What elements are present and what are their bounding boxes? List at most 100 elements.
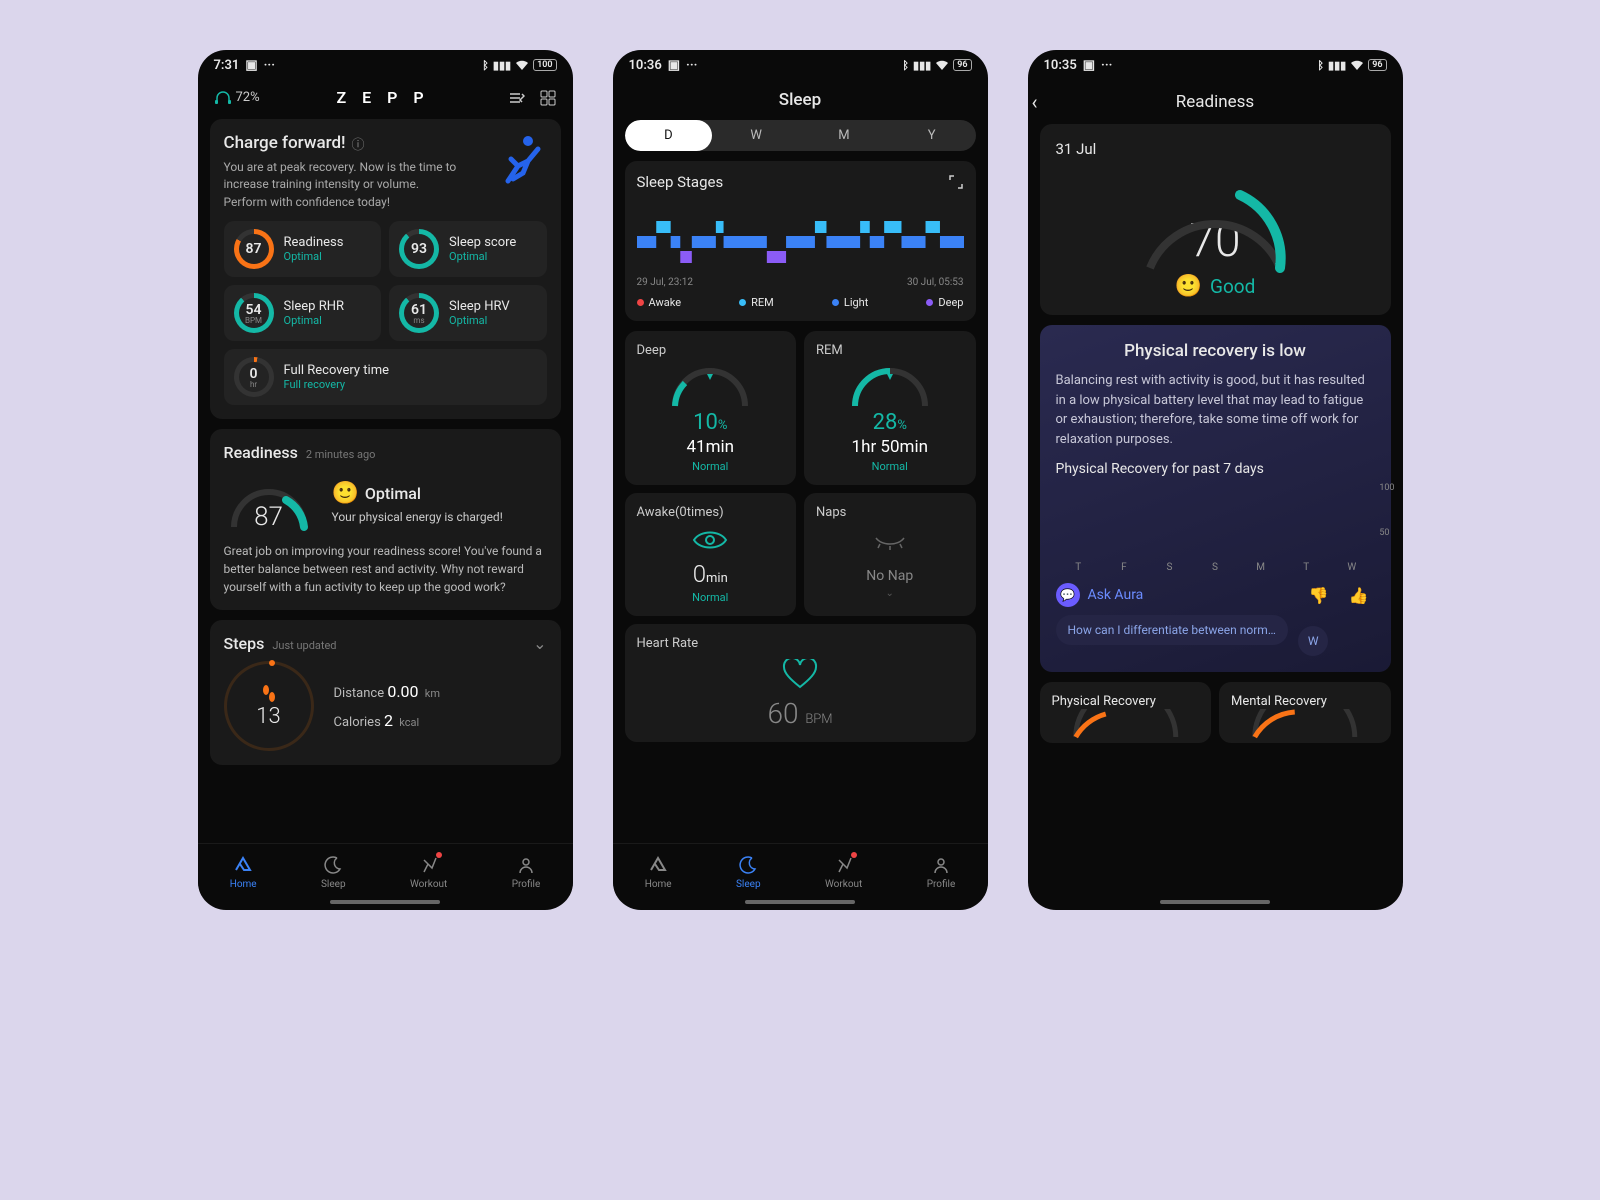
runner-icon — [493, 131, 549, 187]
ask-aura-button[interactable]: Ask Aura — [1088, 587, 1295, 603]
closed-eye-icon — [816, 532, 964, 552]
mental-recovery-tile[interactable]: Mental Recovery — [1219, 682, 1391, 743]
charge-forward-card[interactable]: Charge forward! ⓘ You are at peak recove… — [210, 119, 561, 419]
physical-recovery-tile[interactable]: Physical Recovery — [1040, 682, 1212, 743]
profile-icon — [930, 854, 952, 876]
nav-workout[interactable]: Workout — [410, 854, 447, 890]
home-icon — [232, 854, 254, 876]
status-bar: 10:35 ▣ ··· ᛒ ▮▮▮ 96 — [1028, 50, 1403, 80]
suggestion-pill[interactable]: How can I differentiate between norm… — [1056, 615, 1288, 645]
footsteps-icon — [259, 684, 279, 704]
segment-month[interactable]: M — [800, 120, 888, 151]
smile-icon: 🙂 — [332, 481, 359, 506]
signal-icon: ▮▮▮ — [913, 59, 931, 72]
signal-icon: ▮▮▮ — [493, 59, 511, 72]
readiness-card[interactable]: Readiness 2 minutes ago 87 🙂 Optimal — [210, 429, 561, 610]
segment-year[interactable]: Y — [888, 120, 976, 151]
chevron-down-icon[interactable]: ⌄ — [533, 634, 546, 653]
sort-icon[interactable] — [507, 89, 525, 107]
status-time: 7:31 — [214, 58, 240, 73]
awake-tile[interactable]: Awake(0times) 0min Normal — [625, 493, 797, 616]
workout-icon — [833, 854, 855, 876]
bottom-nav: Home Sleep Workout Profile — [198, 843, 573, 896]
status-more-icon: ··· — [1101, 58, 1112, 73]
expand-icon[interactable] — [948, 174, 964, 190]
status-bar: 7:31 ▣ ··· ᛒ ▮▮▮ 100 — [198, 50, 573, 80]
bluetooth-icon: ᛒ — [902, 59, 909, 72]
wifi-icon — [515, 60, 529, 71]
metric-sleep-hrv[interactable]: 61ms Sleep HRV Optimal — [389, 285, 547, 341]
thumbs-down-button[interactable]: 👎 — [1303, 586, 1335, 605]
status-time: 10:35 — [1044, 58, 1077, 73]
status-more-icon: ··· — [686, 58, 697, 73]
home-icon — [647, 854, 669, 876]
recovery-bar-chart: 10050 T F S S M T W — [1056, 483, 1375, 573]
signal-icon: ▮▮▮ — [1328, 59, 1346, 72]
rem-sleep-tile[interactable]: REM 28% 1hr 50min Normal — [804, 331, 976, 485]
status-bar: 10:36 ▣ ··· ᛒ ▮▮▮ 96 — [613, 50, 988, 80]
steps-card[interactable]: Steps Just updated ⌄ 13 Distance 0.00 km — [210, 620, 561, 765]
nav-home[interactable]: Home — [230, 854, 257, 890]
device-battery[interactable]: 72% — [214, 90, 260, 105]
screen-title: Readiness — [1176, 92, 1254, 112]
back-button[interactable]: ‹ — [1032, 90, 1038, 114]
segment-week[interactable]: W — [712, 120, 800, 151]
phone-screen-readiness: 10:35 ▣ ··· ᛒ ▮▮▮ 96 ‹ Readiness 31 Jul … — [1028, 50, 1403, 910]
naps-tile[interactable]: Naps No Nap ⌄ — [804, 493, 976, 616]
status-app-icon: ▣ — [245, 58, 257, 73]
readiness-gauge: 87 — [224, 472, 314, 532]
segment-day[interactable]: D — [625, 120, 713, 151]
eye-icon — [637, 528, 785, 552]
charge-title: Charge forward! — [224, 133, 346, 153]
battery-icon: 96 — [1368, 59, 1386, 71]
home-indicator[interactable] — [330, 900, 440, 904]
phone-screen-sleep: 10:36 ▣ ··· ᛒ ▮▮▮ 96 Sleep D W M Y Sleep… — [613, 50, 988, 910]
nav-home[interactable]: Home — [645, 854, 672, 890]
suggestion-pill-2[interactable]: W — [1298, 626, 1329, 656]
metric-readiness[interactable]: 87 Readiness Optimal — [224, 221, 382, 277]
nav-sleep[interactable]: Sleep — [736, 854, 761, 890]
nav-sleep[interactable]: Sleep — [321, 854, 346, 890]
moon-icon — [737, 854, 759, 876]
device-battery-pct: 72% — [236, 90, 260, 105]
status-more-icon: ··· — [264, 58, 275, 73]
status-time: 10:36 — [629, 58, 662, 73]
app-header: 72% Z E P P — [210, 80, 561, 119]
aura-icon: 💬 — [1056, 583, 1080, 607]
wifi-icon — [935, 60, 949, 71]
status-app-icon: ▣ — [668, 58, 680, 73]
period-segmented: D W M Y — [625, 120, 976, 151]
wifi-icon — [1350, 60, 1364, 71]
nav-profile[interactable]: Profile — [512, 854, 541, 890]
sleep-stages-card[interactable]: Sleep Stages — [625, 161, 976, 321]
metric-sleep-score[interactable]: 93 Sleep score Optimal — [389, 221, 547, 277]
battery-icon: 100 — [533, 59, 556, 71]
physical-recovery-card: Physical recovery is low Balancing rest … — [1040, 325, 1391, 672]
headphones-icon — [214, 91, 232, 105]
screen-title: Sleep — [613, 80, 988, 120]
grid-icon[interactable] — [539, 89, 557, 107]
profile-icon — [515, 854, 537, 876]
readiness-gauge-card[interactable]: 31 Jul 70 🙂 Good — [1040, 124, 1391, 315]
bluetooth-icon: ᛒ — [1317, 59, 1324, 72]
workout-icon — [418, 854, 440, 876]
nav-workout[interactable]: Workout — [825, 854, 862, 890]
screen-header: ‹ Readiness — [1028, 80, 1403, 124]
status-app-icon: ▣ — [1083, 58, 1095, 73]
moon-icon — [322, 854, 344, 876]
thumbs-up-button[interactable]: 👍 — [1343, 586, 1375, 605]
steps-ring: 13 — [224, 661, 314, 751]
home-indicator[interactable] — [745, 900, 855, 904]
nav-profile[interactable]: Profile — [927, 854, 956, 890]
bottom-nav: Home Sleep Workout Profile — [613, 843, 988, 896]
bluetooth-icon: ᛒ — [482, 59, 489, 72]
info-icon[interactable]: ⓘ — [352, 134, 365, 153]
sleep-stages-chart — [637, 201, 964, 271]
charge-body: You are at peak recovery. Now is the tim… — [224, 159, 464, 211]
home-indicator[interactable] — [1160, 900, 1270, 904]
heart-icon — [637, 659, 964, 691]
deep-sleep-tile[interactable]: Deep 10% 41min Normal — [625, 331, 797, 485]
metric-sleep-rhr[interactable]: 54BPM Sleep RHR Optimal — [224, 285, 382, 341]
metric-recovery-time[interactable]: 0hr Full Recovery time Full recovery — [224, 349, 547, 405]
heart-rate-tile[interactable]: Heart Rate 60 BPM — [625, 624, 976, 742]
